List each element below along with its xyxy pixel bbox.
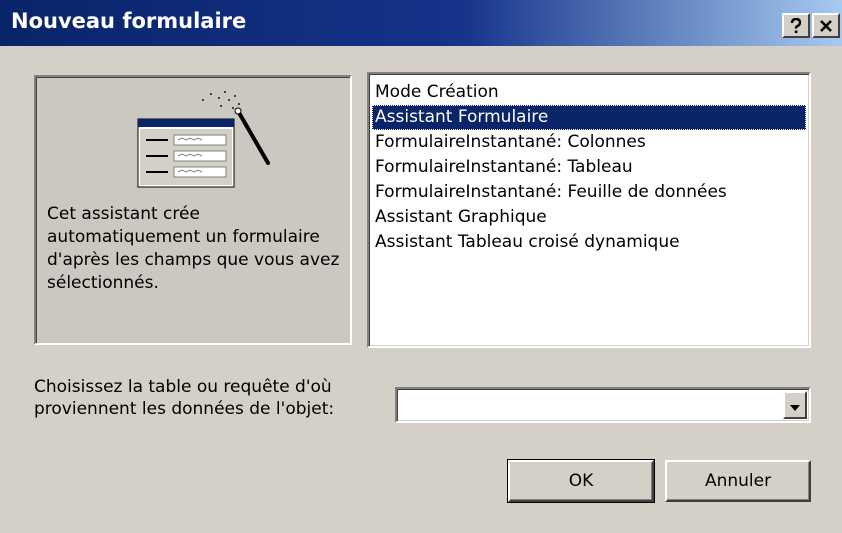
new-form-dialog: Nouveau formulaire Cet assistant crée au…	[0, 0, 842, 533]
form-wizard-icon	[134, 85, 274, 199]
list-item[interactable]: FormulaireInstantané: Colonnes	[372, 130, 806, 155]
source-combobox[interactable]	[395, 387, 811, 423]
list-item[interactable]: FormulaireInstantané: Feuille de données	[372, 180, 806, 205]
cancel-button[interactable]: Annuler	[665, 460, 811, 502]
help-button[interactable]	[782, 13, 810, 38]
ok-button[interactable]: OK	[507, 459, 655, 503]
source-label: Choisissez la table ou requête d'où prov…	[34, 377, 335, 419]
form-type-items: Mode Création Assistant Formulaire Formula…	[372, 80, 806, 255]
list-item[interactable]: Assistant Tableau croisé dynamique	[372, 230, 806, 255]
title-bar[interactable]: Nouveau formulaire	[0, 0, 842, 46]
description-panel: Cet assistant crée automatiquement un fo…	[34, 75, 352, 345]
chevron-down-icon	[790, 396, 800, 415]
description-text: Cet assistant crée automatiquement un fo…	[47, 204, 340, 293]
dropdown-button[interactable]	[783, 391, 807, 419]
list-item[interactable]: FormulaireInstantané: Tableau	[372, 155, 806, 180]
list-item[interactable]: Assistant Graphique	[372, 205, 806, 230]
form-type-list[interactable]: Mode Création Assistant Formulaire Formula…	[367, 72, 811, 348]
close-button[interactable]	[812, 13, 840, 38]
list-item[interactable]: Assistant Formulaire	[372, 105, 806, 130]
close-icon	[819, 19, 833, 33]
help-icon	[789, 17, 803, 34]
list-item[interactable]: Mode Création	[372, 80, 806, 105]
window-title: Nouveau formulaire	[11, 9, 247, 33]
